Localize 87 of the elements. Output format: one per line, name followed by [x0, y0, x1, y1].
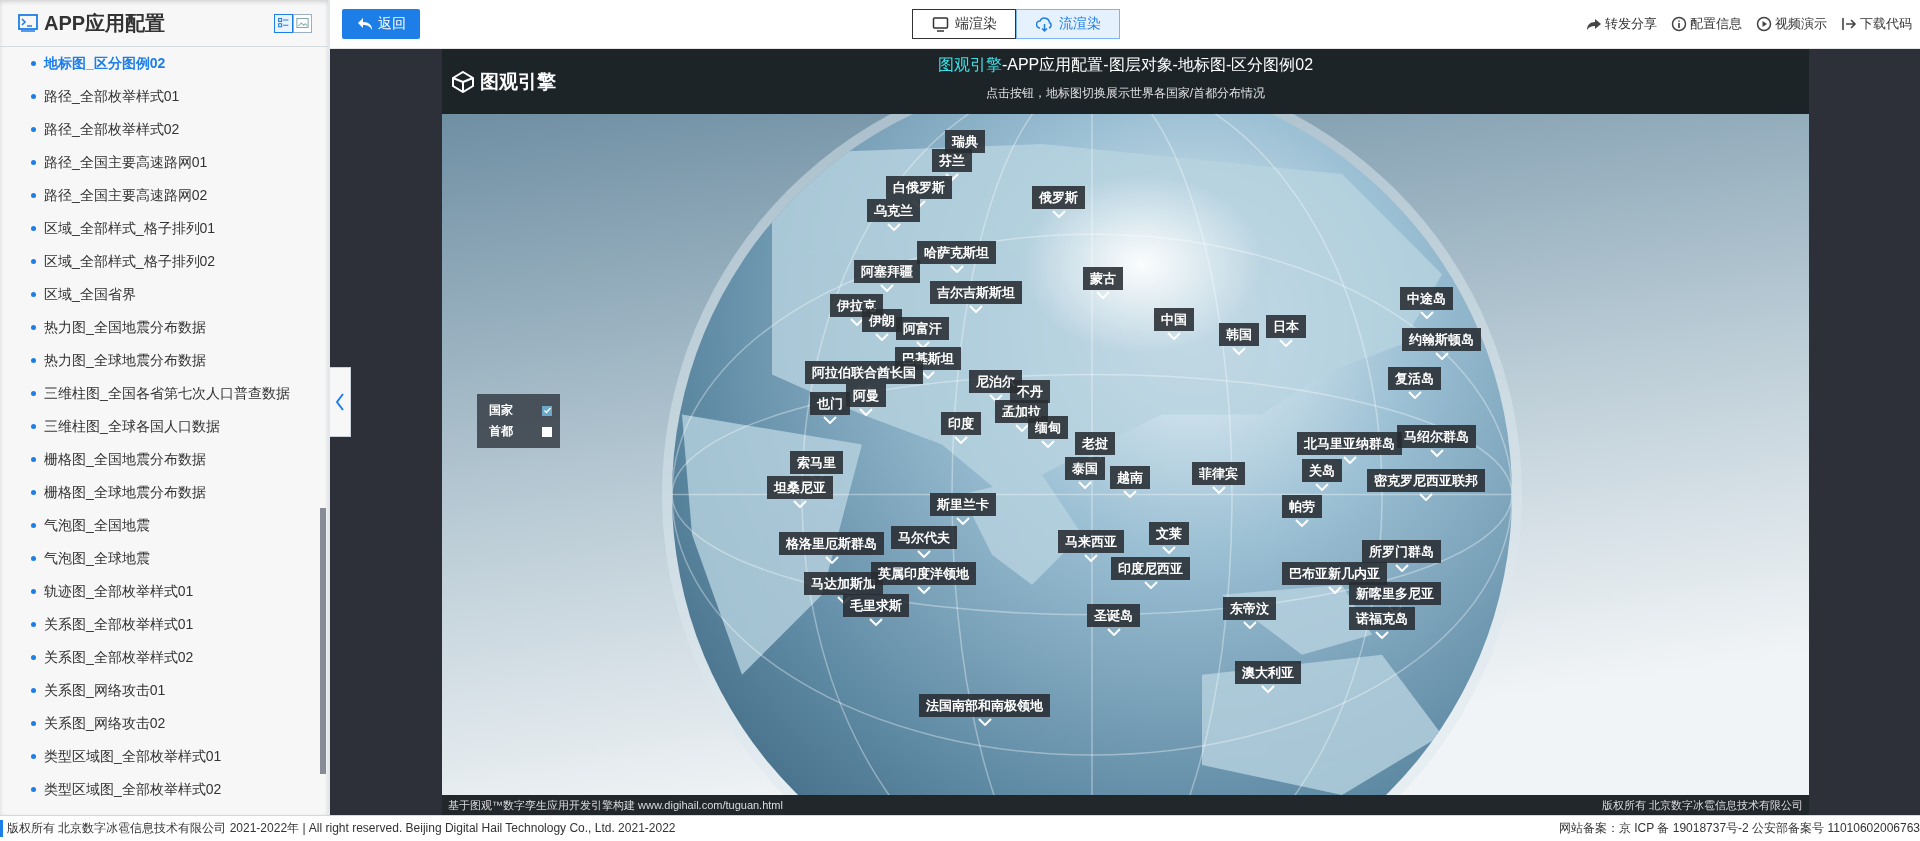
legend-label: 首都 [489, 423, 513, 440]
sidebar-item[interactable]: 热力图_全球地震分布数据 [0, 344, 328, 377]
toolbar-link[interactable]: 视频演示 [1756, 15, 1827, 33]
map-label: 东帝汶 [1223, 597, 1276, 620]
toolbar-link[interactable]: 转发分享 [1586, 15, 1657, 33]
map-label: 俄罗斯 [1032, 186, 1085, 209]
sidebar-item[interactable]: 关系图_全部枚举样式01 [0, 608, 328, 641]
map-label: 斯里兰卡 [930, 493, 996, 516]
back-button[interactable]: 返回 [342, 9, 420, 39]
render-mode-tab[interactable]: 流渲染 [1016, 9, 1120, 39]
sidebar-item[interactable]: 关系图_网络攻击01 [0, 674, 328, 707]
sidebar-item[interactable]: 路径_全国主要高速路网02 [0, 179, 328, 212]
map-label: 索马里 [790, 451, 843, 474]
map-label: 文莱 [1149, 522, 1189, 545]
render-mode-tab[interactable]: 端渲染 [912, 9, 1016, 39]
scene-title: 图观引擎-APP应用配置-图层对象-地标图-区分图例02 [937, 55, 1314, 75]
map-label: 日本 [1266, 315, 1306, 338]
copyright-text: 版权所有 北京数字冰雹信息技术有限公司 [1601, 797, 1803, 813]
map-label: 毛里求斯 [843, 594, 909, 617]
sidebar-item[interactable]: 热力图_全国地震分布数据 [0, 311, 328, 344]
map-label: 吉尔吉斯斯坦 [930, 281, 1022, 304]
map-label: 坦桑尼亚 [767, 476, 833, 499]
sidebar-item[interactable]: 路径_全部枚举样式02 [0, 113, 328, 146]
sidebar-item[interactable]: 类型区域图_全部枚举样式01 [0, 740, 328, 773]
logo-text: 图观引擎 [480, 69, 556, 94]
map-label: 所罗门群岛 [1362, 540, 1441, 563]
map-label: 格洛里厄斯群岛 [779, 532, 884, 555]
sidebar-item[interactable]: 三维柱图_全球各国人口数据 [0, 410, 328, 443]
map-label: 印度尼西亚 [1111, 557, 1190, 580]
toolbar-link[interactable]: 下载代码 [1841, 15, 1912, 33]
map-label: 白俄罗斯 [886, 176, 952, 199]
map-label: 伊朗 [862, 309, 902, 332]
sidebar-item[interactable]: 关系图_网络攻击02 [0, 707, 328, 740]
scene-subtitle: 点击按钮，地标图切换展示世界各国家/首都分布情况 [985, 85, 1266, 102]
engine-credit: 基于图观™数字孪生应用开发引擎构建 www.digihail.com/tuguan.html [448, 797, 783, 813]
sidebar-item[interactable]: 区域_全国省界 [0, 278, 328, 311]
map-label: 澳大利亚 [1235, 661, 1301, 684]
map-label: 马绍尔群岛 [1397, 425, 1476, 448]
map-label: 阿拉伯联合酋长国 [805, 361, 923, 384]
sidebar-item[interactable]: 路径_全国主要高速路网01 [0, 146, 328, 179]
sidebar-item[interactable]: 轨迹图_全部枚举样式01 [0, 575, 328, 608]
icp-text: 网站备案：京 ICP 备 19018737号-2 公安部备案号 11010602006763 [1558, 820, 1920, 837]
map-label: 阿塞拜疆 [854, 260, 920, 283]
map-label: 芬兰 [932, 149, 972, 172]
map-label: 巴布亚新几内亚 [1282, 562, 1387, 585]
map-label: 约翰斯顿岛 [1402, 328, 1481, 351]
map-label: 阿曼 [846, 384, 886, 407]
toolbar-link[interactable]: 配置信息 [1671, 15, 1742, 33]
map-label: 中国 [1154, 308, 1194, 331]
map-label: 蒙古 [1083, 267, 1123, 290]
map-label: 关岛 [1302, 459, 1342, 482]
sidebar-item[interactable]: 气泡图_全国地震 [0, 509, 328, 542]
copyright-text: 版权所有 北京数字冰雹信息技术有限公司 2021-2022年 | All right reserved. Beijing Digital Hail Technology Co., Ltd. 2021-2022 [0, 820, 676, 837]
map-label: 缅甸 [1028, 416, 1068, 439]
map-label: 菲律宾 [1192, 462, 1245, 485]
map-label: 乌克兰 [867, 199, 920, 222]
sidebar-item[interactable]: 三维柱图_全国各省第七次人口普查数据 [0, 377, 328, 410]
map-label: 马尔代夫 [891, 526, 957, 549]
map-label: 泰国 [1065, 457, 1105, 480]
sidebar-title: APP应用配置 [44, 10, 167, 36]
map-label: 印度 [941, 412, 981, 435]
map-label: 越南 [1110, 466, 1150, 489]
map-label: 中途岛 [1400, 287, 1453, 310]
map-label: 也门 [810, 392, 850, 415]
sidebar-item[interactable]: 区域_全部样式_格子排列02 [0, 245, 328, 278]
map-label: 诺福克岛 [1349, 607, 1415, 630]
map-label: 新喀里多尼亚 [1349, 582, 1441, 605]
legend-label: 国家 [489, 402, 513, 419]
map-label: 法国南部和南极领地 [919, 694, 1050, 717]
sidebar-item[interactable]: 栅格图_全国地震分布数据 [0, 443, 328, 476]
map-label: 马来西亚 [1058, 530, 1124, 553]
map-label: 老挝 [1075, 432, 1115, 455]
map-label: 圣诞岛 [1087, 604, 1140, 627]
sidebar-item[interactable]: 类型区域图_全部枚举样式02 [0, 773, 328, 806]
sidebar-item[interactable]: 气泡图_全球地震 [0, 542, 328, 575]
sidebar-item[interactable]: 路径_全部枚举样式01 [0, 80, 328, 113]
sidebar-item[interactable]: 关系图_全部枚举样式02 [0, 641, 328, 674]
map-label: 韩国 [1219, 323, 1259, 346]
sidebar-item[interactable]: 区域_全部样式_格子排列01 [0, 212, 328, 245]
map-label: 哈萨克斯坦 [917, 241, 996, 264]
map-label: 阿富汗 [896, 317, 949, 340]
map-label: 帕劳 [1282, 495, 1322, 518]
map-label: 北马里亚纳群岛 [1297, 432, 1402, 455]
map-label: 密克罗尼西亚联邦 [1367, 469, 1485, 492]
sidebar-item[interactable]: 地标图_区分图例02 [0, 47, 328, 80]
sidebar-item[interactable]: 栅格图_全球地震分布数据 [0, 476, 328, 509]
map-label: 复活岛 [1388, 367, 1441, 390]
